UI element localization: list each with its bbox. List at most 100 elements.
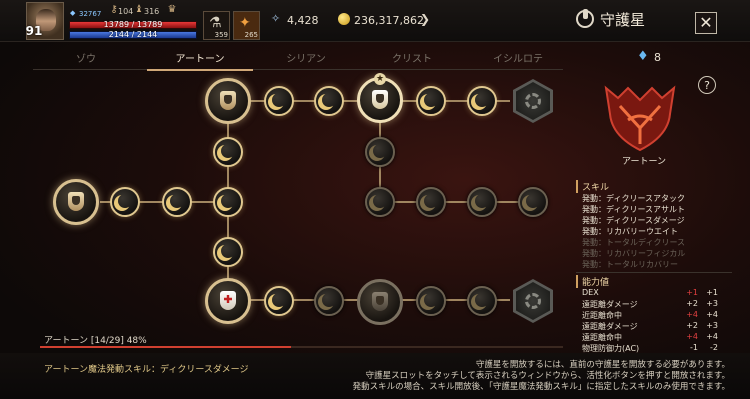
locked-star-node[interactable] [513, 279, 553, 323]
ability-row: 近距離命中 +4 +4 [582, 310, 732, 321]
ability-next: +1 [706, 288, 718, 297]
ability-name: 遠距離命中 [582, 333, 622, 342]
star-node[interactable] [110, 187, 140, 217]
lock-gear-icon [525, 293, 541, 309]
gold-amount: 236,317,862 [354, 14, 424, 27]
ability-name: 近距離命中 [582, 311, 622, 320]
constellation-tabs: ゾウ アートーン シリアン クリスト イシルロテ [33, 46, 563, 70]
tree-link [380, 201, 535, 203]
potion-count: 359 [214, 31, 228, 39]
moon-icon [475, 93, 489, 107]
star-node-bottom-left[interactable] [205, 278, 251, 324]
selected-star-icon: ★ [374, 73, 386, 85]
potion-icon: ⚗ [209, 15, 222, 31]
guardian-star-icon [576, 9, 594, 28]
gold-coin-icon [338, 13, 350, 25]
notice-line: 守護星を開放するには、直前の守護星を開放する必要があります。 [475, 360, 730, 370]
magic-skill-line: アートーン魔法発動スキル：ディクリースダメージ [44, 365, 249, 375]
tab-arton[interactable]: アートーン [147, 50, 253, 65]
lock-gear-icon [525, 93, 541, 109]
star-node[interactable] [264, 286, 294, 316]
star-node[interactable] [264, 86, 294, 116]
moon-icon [322, 93, 336, 107]
notice-line: 発動スキルの場合、スキル開放後、「守護星魔法発動スキル」に指定したスキルのみ使用… [352, 382, 730, 392]
star-node[interactable] [213, 237, 243, 267]
bell-count: 316 [144, 7, 160, 16]
star-node[interactable] [416, 187, 446, 217]
star-node[interactable] [467, 86, 497, 116]
skill-item: 発動：リカバリーウエイト [582, 227, 678, 236]
skills-title: スキル [576, 180, 609, 193]
ability-next: +3 [706, 321, 718, 330]
ability-current: +4 [686, 332, 698, 341]
star-node[interactable] [416, 86, 446, 116]
emblem-icon [372, 292, 388, 311]
shield-emblem-icon [220, 91, 236, 110]
progress-label: アートーン [14/29] 48% [44, 336, 147, 346]
star-node[interactable] [314, 86, 344, 116]
notice-text: 守護星を開放するには、直前の守護星を開放する必要があります。 守護星スロットをタ… [320, 360, 730, 393]
crystal-amount: 4,428 [287, 14, 319, 27]
ability-name: 遠距離ダメージ [582, 300, 638, 309]
progress-fill [40, 346, 291, 348]
star-node[interactable] [467, 187, 497, 217]
tab-isilrote[interactable]: イシルロテ [465, 50, 571, 65]
scroll-slot[interactable]: ✦ 265 [233, 11, 260, 40]
help-button[interactable]: ? [698, 76, 716, 94]
ability-next: -2 [710, 343, 718, 352]
page-title: 守護星 [600, 11, 646, 29]
skill-item-locked: 発動：トータルディクリース [582, 238, 686, 247]
mp-text: 2144 / 2144 [108, 30, 158, 39]
star-node[interactable] [365, 137, 395, 167]
moon-icon [424, 194, 438, 208]
crystal-icon: ✧ [271, 12, 281, 25]
star-node[interactable] [162, 187, 192, 217]
tab-sirian[interactable]: シリアン [253, 50, 359, 65]
ability-current: +1 [686, 288, 698, 297]
star-node-root[interactable] [53, 179, 99, 225]
skill-item-locked: 発動：トータルリカバリー [582, 260, 678, 269]
potion-slot[interactable]: ⚗ 359 [203, 11, 230, 40]
moon-icon [221, 244, 235, 258]
key-count: 104 [118, 7, 134, 16]
player-level: 91 [25, 24, 43, 38]
ability-next: +4 [706, 332, 718, 341]
ability-current: -1 [690, 343, 698, 352]
ability-current: +2 [686, 299, 698, 308]
star-node[interactable] [213, 137, 243, 167]
bottom-info-bar: アートーン魔法発動スキル：ディクリースダメージ 守護星を開放するには、直前の守護… [0, 353, 750, 399]
moon-icon [373, 194, 387, 208]
cross-emblem-icon [220, 291, 236, 310]
ability-next: +4 [706, 310, 718, 319]
ability-name: DEX [582, 288, 599, 297]
star-node[interactable] [467, 286, 497, 316]
abilities-title: 能力値 [576, 275, 609, 288]
star-tree: ★ [0, 72, 563, 352]
moon-icon [170, 194, 184, 208]
star-node[interactable] [213, 187, 243, 217]
close-button[interactable]: ✕ [695, 12, 717, 34]
arton-crest-icon [604, 85, 676, 152]
ability-row: 遠距離ダメージ +2 +3 [582, 321, 732, 332]
locked-star-node[interactable] [513, 79, 553, 123]
tab-zou[interactable]: ゾウ [33, 50, 139, 65]
beast-emblem-icon [372, 90, 388, 109]
gem-count: 8 [654, 51, 661, 64]
moon-icon [221, 194, 235, 208]
ability-next: +3 [706, 299, 718, 308]
active-tab-indicator [147, 69, 253, 71]
tab-christ[interactable]: クリスト [359, 50, 465, 65]
star-node[interactable] [314, 286, 344, 316]
skill-item: 発動：ディクリースアサルト [582, 205, 686, 214]
currency-expand-icon[interactable]: ❯ [420, 12, 430, 26]
star-node-top-left[interactable] [205, 78, 251, 124]
moon-icon [424, 293, 438, 307]
hp-bar: 13789 / 13789 [69, 20, 197, 29]
moon-icon [322, 293, 336, 307]
star-node-bottom-center[interactable] [357, 279, 403, 325]
star-node[interactable] [416, 286, 446, 316]
star-node[interactable] [518, 187, 548, 217]
mp-bar: 2144 / 2144 [69, 30, 197, 39]
skill-item-locked: 発動：リカバリーフィジカル [582, 249, 686, 258]
star-node[interactable] [365, 187, 395, 217]
